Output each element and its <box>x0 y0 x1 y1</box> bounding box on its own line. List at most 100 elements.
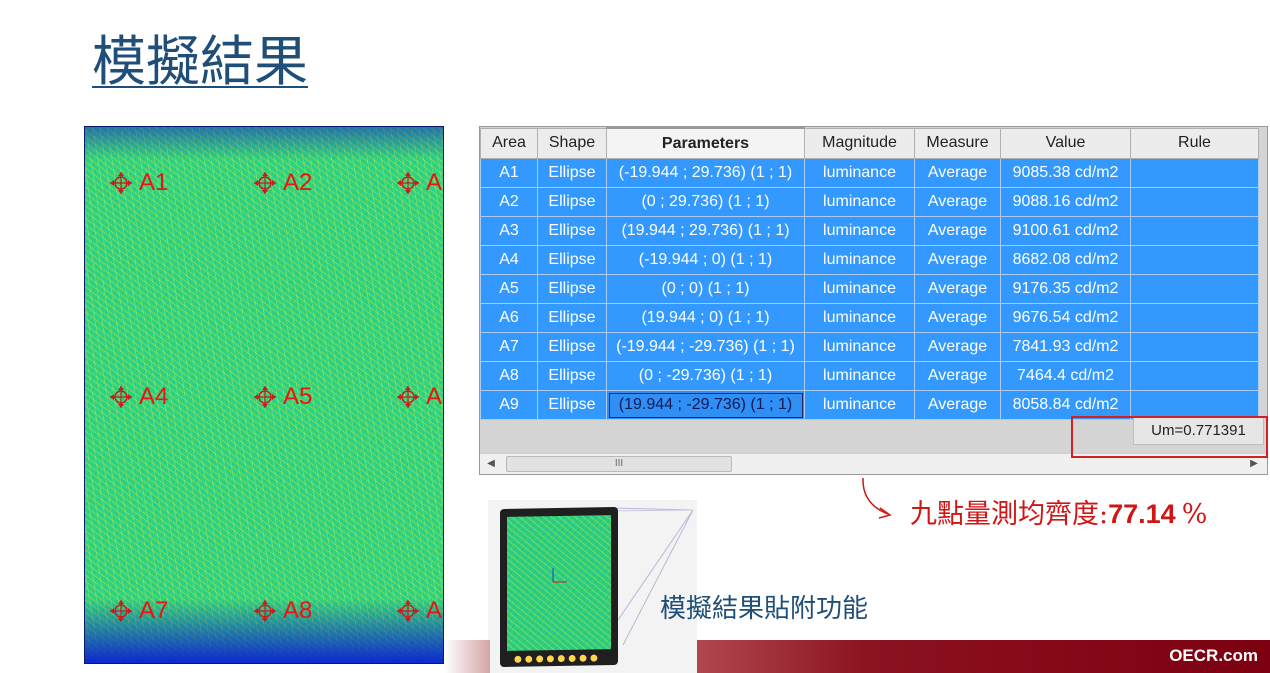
table-row[interactable]: A2 Ellipse (0 ; 29.736) (1 ; 1) luminance Av… <box>480 187 1259 217</box>
luminance-heatmap: A1 A2 A3 A4 A5 A6 A7 A8 A9 <box>84 126 444 664</box>
cell-rule[interactable] <box>1130 332 1259 362</box>
cell-shape[interactable]: Ellipse <box>537 274 607 304</box>
triangle-right-icon[interactable]: ▶ <box>1247 456 1261 472</box>
cell-measure[interactable]: Average <box>914 390 1001 420</box>
cell-magnitude[interactable]: luminance <box>804 245 915 275</box>
cell-area[interactable]: A7 <box>480 332 538 362</box>
heatmap-area-label: A3 <box>426 169 443 196</box>
column-header-measure[interactable]: Measure <box>914 127 1001 159</box>
cell-area[interactable]: A1 <box>480 158 538 188</box>
cell-measure[interactable]: Average <box>914 274 1001 304</box>
cell-parameters[interactable]: (0 ; -29.736) (1 ; 1) <box>606 361 805 391</box>
cell-area[interactable]: A9 <box>480 390 538 420</box>
heatmap-area-label: A2 <box>283 169 313 196</box>
slide-title: 模擬結果 <box>92 30 308 93</box>
cell-parameters[interactable]: (-19.944 ; -29.736) (1 ; 1) <box>606 332 805 362</box>
cell-value[interactable]: 9085.38 cd/m2 <box>1000 158 1131 188</box>
cell-magnitude[interactable]: luminance <box>804 216 915 246</box>
cell-measure[interactable]: Average <box>914 187 1001 217</box>
footer-logo: OECR.com <box>1169 646 1258 665</box>
cell-area[interactable]: A4 <box>480 245 538 275</box>
column-header-rule[interactable]: Rule <box>1130 127 1259 159</box>
cell-magnitude[interactable]: luminance <box>804 274 915 304</box>
table-row[interactable]: A5 Ellipse (0 ; 0) (1 ; 1) luminance Average… <box>480 274 1259 304</box>
cell-value[interactable]: 9088.16 cd/m2 <box>1000 187 1131 217</box>
cell-rule[interactable] <box>1130 361 1259 391</box>
table-row[interactable]: A3 Ellipse (19.944 ; 29.736) (1 ; 1) lumina… <box>480 216 1259 246</box>
crosshair-target-icon <box>110 172 132 194</box>
cell-rule[interactable] <box>1130 158 1259 188</box>
cell-magnitude[interactable]: luminance <box>804 187 915 217</box>
heatmap-area-label: A9 <box>426 597 443 624</box>
cell-value[interactable]: 8682.08 cd/m2 <box>1000 245 1131 275</box>
cell-parameters[interactable]: (0 ; 29.736) (1 ; 1) <box>606 187 805 217</box>
cell-shape[interactable]: Ellipse <box>537 390 607 420</box>
crosshair-target-icon <box>397 386 419 408</box>
cell-shape[interactable]: Ellipse <box>537 303 607 333</box>
cell-measure[interactable]: Average <box>914 332 1001 362</box>
cell-shape[interactable]: Ellipse <box>537 187 607 217</box>
crosshair-target-icon <box>254 386 276 408</box>
cell-area[interactable]: A8 <box>480 361 538 391</box>
cell-value[interactable]: 9676.54 cd/m2 <box>1000 303 1131 333</box>
cell-parameters[interactable]: (19.944 ; 29.736) (1 ; 1) <box>606 216 805 246</box>
cell-rule[interactable] <box>1130 187 1259 217</box>
table-row[interactable]: A8 Ellipse (0 ; -29.736) (1 ; 1) luminance A… <box>480 361 1259 391</box>
column-header-magnitude[interactable]: Magnitude <box>804 127 915 159</box>
cell-shape[interactable]: Ellipse <box>537 245 607 275</box>
cell-shape[interactable]: Ellipse <box>537 361 607 391</box>
table-row[interactable]: A1 Ellipse (-19.944 ; 29.736) (1 ; 1) lumin… <box>480 158 1259 188</box>
cell-parameters[interactable]: (0 ; 0) (1 ; 1) <box>606 274 805 304</box>
cell-parameters[interactable]: (19.944 ; -29.736) (1 ; 1) <box>606 390 805 420</box>
cell-rule[interactable] <box>1130 274 1259 304</box>
cell-rule[interactable] <box>1130 216 1259 246</box>
cell-rule[interactable] <box>1130 303 1259 333</box>
cell-shape[interactable]: Ellipse <box>537 158 607 188</box>
table-row[interactable]: A4 Ellipse (-19.944 ; 0) (1 ; 1) luminance A… <box>480 245 1259 275</box>
column-header-parameters[interactable]: Parameters <box>606 127 805 159</box>
cell-rule[interactable] <box>1130 245 1259 275</box>
triangle-left-icon[interactable]: ◀ <box>484 456 498 472</box>
column-header-shape[interactable]: Shape <box>537 127 607 159</box>
table-row[interactable]: A6 Ellipse (19.944 ; 0) (1 ; 1) luminance Av… <box>480 303 1259 333</box>
cell-measure[interactable]: Average <box>914 245 1001 275</box>
cell-value[interactable]: 7841.93 cd/m2 <box>1000 332 1131 362</box>
cell-magnitude[interactable]: luminance <box>804 390 915 420</box>
attachment-caption: 模擬結果貼附功能 <box>660 594 869 624</box>
column-header-area[interactable]: Area <box>480 127 538 159</box>
cell-measure[interactable]: Average <box>914 216 1001 246</box>
uniformity-unit: % <box>1181 499 1208 530</box>
cell-value[interactable]: 9176.35 cd/m2 <box>1000 274 1131 304</box>
cell-parameters[interactable]: (19.944 ; 0) (1 ; 1) <box>606 303 805 333</box>
curved-arrow-icon <box>862 477 892 519</box>
um-highlight-box <box>1071 416 1268 458</box>
scrollbar-thumb[interactable]: III <box>506 456 732 472</box>
table-header-row: Area Shape Parameters Magnitude Measure … <box>480 127 1259 159</box>
uniformity-result: 九點量測均齊度:77.14% <box>910 497 1207 532</box>
cell-measure[interactable]: Average <box>914 303 1001 333</box>
cell-parameters[interactable]: (-19.944 ; 29.736) (1 ; 1) <box>606 158 805 188</box>
cell-magnitude[interactable]: luminance <box>804 158 915 188</box>
cell-magnitude[interactable]: luminance <box>804 332 915 362</box>
cell-area[interactable]: A3 <box>480 216 538 246</box>
cell-area[interactable]: A2 <box>480 187 538 217</box>
crosshair-target-icon <box>254 172 276 194</box>
cell-measure[interactable]: Average <box>914 158 1001 188</box>
cell-value[interactable]: 9100.61 cd/m2 <box>1000 216 1131 246</box>
column-header-value[interactable]: Value <box>1000 127 1131 159</box>
heatmap-area-label: A8 <box>283 597 313 624</box>
cell-measure[interactable]: Average <box>914 361 1001 391</box>
cell-area[interactable]: A5 <box>480 274 538 304</box>
cell-value[interactable]: 7464.4 cd/m2 <box>1000 361 1131 391</box>
cell-shape[interactable]: Ellipse <box>537 216 607 246</box>
axis-gizmo-icon <box>552 568 567 583</box>
uniformity-value: 77.14 <box>1108 499 1176 529</box>
heatmap-area-label: A7 <box>139 597 169 624</box>
cell-parameters[interactable]: (-19.944 ; 0) (1 ; 1) <box>606 245 805 275</box>
cell-magnitude[interactable]: luminance <box>804 303 915 333</box>
device-connector-pins: ●●●●●●●● <box>514 653 601 665</box>
cell-area[interactable]: A6 <box>480 303 538 333</box>
cell-magnitude[interactable]: luminance <box>804 361 915 391</box>
table-row[interactable]: A7 Ellipse (-19.944 ; -29.736) (1 ; 1) lumi… <box>480 332 1259 362</box>
cell-shape[interactable]: Ellipse <box>537 332 607 362</box>
